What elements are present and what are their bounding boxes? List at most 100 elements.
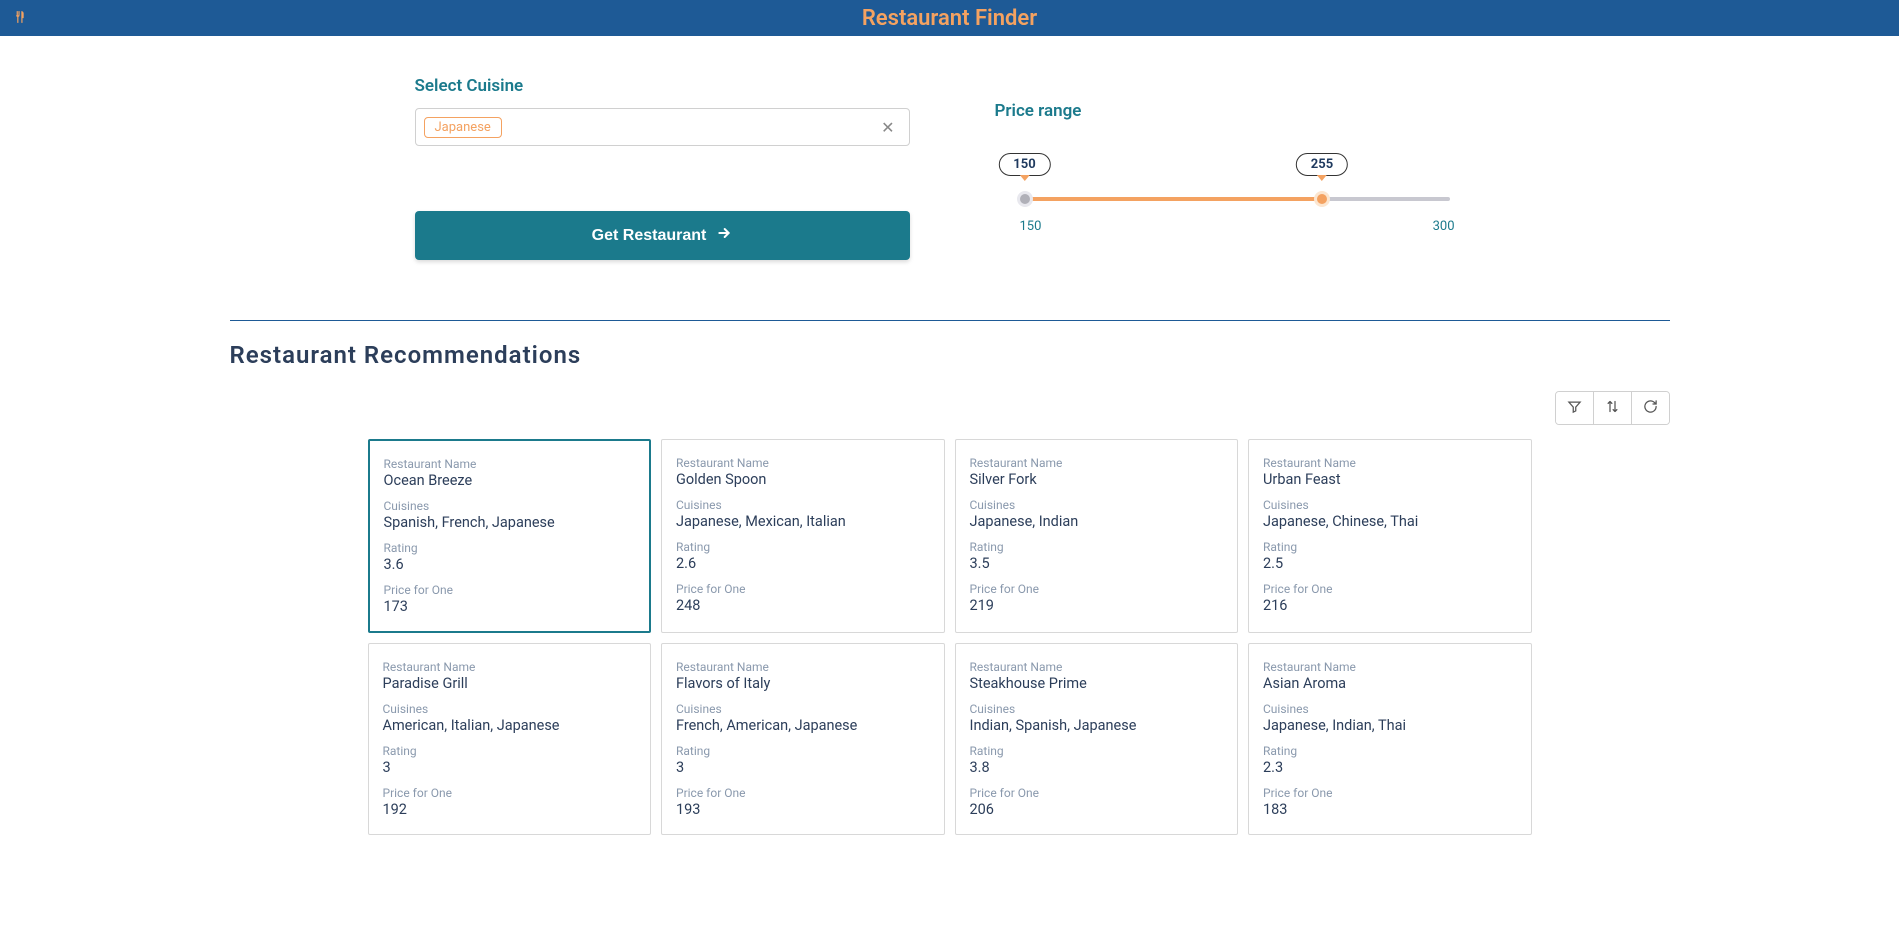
field-label-cuisines: Cuisines <box>384 499 636 513</box>
field-label-price: Price for One <box>970 786 1224 800</box>
field-label-price: Price for One <box>1263 786 1517 800</box>
restaurant-rating: 3 <box>676 759 930 776</box>
field-label-price: Price for One <box>676 582 930 596</box>
restaurant-price: 216 <box>1263 597 1517 614</box>
field-label-price: Price for One <box>970 582 1224 596</box>
field-label-cuisines: Cuisines <box>676 498 930 512</box>
restaurant-cuisines: Japanese, Chinese, Thai <box>1263 513 1517 530</box>
field-label-price: Price for One <box>676 786 930 800</box>
field-label-rating: Rating <box>676 744 930 758</box>
restaurant-price: 206 <box>970 801 1224 818</box>
restaurant-price: 219 <box>970 597 1224 614</box>
clear-selection-icon[interactable]: ✕ <box>875 118 900 137</box>
cuisine-chip[interactable]: Japanese <box>424 117 502 138</box>
get-restaurant-label: Get Restaurant <box>592 227 707 245</box>
restaurant-card[interactable]: Restaurant NameOcean Breeze CuisinesSpani… <box>368 439 652 633</box>
app-header: Restaurant Finder <box>0 0 1899 36</box>
restaurant-name: Golden Spoon <box>676 471 930 488</box>
slider-tooltip-max: 255 <box>1296 153 1348 176</box>
field-label-rating: Rating <box>383 744 637 758</box>
restaurant-rating: 2.6 <box>676 555 930 572</box>
sort-button[interactable] <box>1594 392 1632 424</box>
field-label-name: Restaurant Name <box>676 456 930 470</box>
slider-fill <box>1025 197 1323 201</box>
refresh-button[interactable] <box>1632 392 1669 424</box>
restaurant-card[interactable]: Restaurant NameParadise Grill CuisinesAme… <box>368 643 652 835</box>
slider-scale-max: 300 <box>1433 219 1455 234</box>
restaurant-name: Silver Fork <box>970 471 1224 488</box>
field-label-cuisines: Cuisines <box>1263 498 1517 512</box>
restaurant-rating: 3.6 <box>384 556 636 573</box>
restaurant-card[interactable]: Restaurant NameAsian Aroma CuisinesJapane… <box>1248 643 1532 835</box>
field-label-name: Restaurant Name <box>970 456 1224 470</box>
price-range-slider[interactable]: 150 255 <box>1025 153 1450 213</box>
restaurant-cuisines: French, American, Japanese <box>676 717 930 734</box>
field-label-rating: Rating <box>970 744 1224 758</box>
app-title: Restaurant Finder <box>862 6 1037 31</box>
field-label-cuisines: Cuisines <box>676 702 930 716</box>
field-label-name: Restaurant Name <box>383 660 637 674</box>
filters-panel: Select Cuisine Japanese ✕ Get Restaurant… <box>230 76 1670 260</box>
field-label-name: Restaurant Name <box>970 660 1224 674</box>
restaurant-cuisines: Japanese, Mexican, Italian <box>676 513 930 530</box>
cuisine-multiselect[interactable]: Japanese ✕ <box>415 108 910 146</box>
utensils-icon <box>12 9 26 28</box>
refresh-icon <box>1643 399 1658 417</box>
restaurant-card[interactable]: Restaurant NameSteakhouse PrimeCuisinesI… <box>955 643 1239 835</box>
slider-thumb-min[interactable] <box>1017 191 1033 207</box>
restaurant-cuisines: Spanish, French, Japanese <box>384 514 636 531</box>
restaurant-price: 173 <box>384 598 636 615</box>
restaurant-name: Urban Feast <box>1263 471 1517 488</box>
restaurant-name: Steakhouse Prime <box>970 675 1224 692</box>
field-label-price: Price for One <box>384 583 636 597</box>
field-label-price: Price for One <box>383 786 637 800</box>
price-range-label: Price range <box>995 101 1485 121</box>
field-label-name: Restaurant Name <box>1263 660 1517 674</box>
slider-thumb-max[interactable] <box>1314 191 1330 207</box>
restaurant-card[interactable]: Restaurant NameFlavors of Italy CuisinesF… <box>661 643 945 835</box>
section-divider <box>230 320 1670 321</box>
restaurant-rating: 3 <box>383 759 637 776</box>
field-label-rating: Rating <box>970 540 1224 554</box>
arrow-right-icon <box>716 225 732 246</box>
field-label-cuisines: Cuisines <box>383 702 637 716</box>
field-label-cuisines: Cuisines <box>970 498 1224 512</box>
restaurant-cuisines: Indian, Spanish, Japanese <box>970 717 1224 734</box>
field-label-rating: Rating <box>676 540 930 554</box>
field-label-rating: Rating <box>1263 744 1517 758</box>
restaurant-cards-grid: Restaurant NameOcean BreezeCuisinesSpani… <box>230 439 1670 835</box>
restaurant-rating: 3.5 <box>970 555 1224 572</box>
filter-icon <box>1567 399 1582 417</box>
restaurant-price: 183 <box>1263 801 1517 818</box>
restaurant-card[interactable]: Restaurant NameUrban Feast CuisinesJapane… <box>1248 439 1532 633</box>
restaurant-name: Flavors of Italy <box>676 675 930 692</box>
restaurant-rating: 3.8 <box>970 759 1224 776</box>
restaurant-card[interactable]: Restaurant NameGolden Spoon CuisinesJapan… <box>661 439 945 633</box>
get-restaurant-button[interactable]: Get Restaurant <box>415 211 910 260</box>
sort-icon <box>1605 399 1620 417</box>
field-label-rating: Rating <box>384 541 636 555</box>
restaurant-name: Ocean Breeze <box>384 472 636 489</box>
field-label-price: Price for One <box>1263 582 1517 596</box>
restaurant-price: 193 <box>676 801 930 818</box>
restaurant-rating: 2.3 <box>1263 759 1517 776</box>
restaurant-name: Asian Aroma <box>1263 675 1517 692</box>
restaurant-name: Paradise Grill <box>383 675 637 692</box>
field-label-name: Restaurant Name <box>384 457 636 471</box>
field-label-name: Restaurant Name <box>676 660 930 674</box>
restaurant-price: 192 <box>383 801 637 818</box>
results-toolbar <box>230 391 1670 425</box>
recommendations-heading: Restaurant Recommendations <box>230 341 1670 369</box>
restaurant-cuisines: American, Italian, Japanese <box>383 717 637 734</box>
restaurant-price: 248 <box>676 597 930 614</box>
slider-tooltip-min: 150 <box>998 153 1050 176</box>
field-label-name: Restaurant Name <box>1263 456 1517 470</box>
restaurant-cuisines: Japanese, Indian, Thai <box>1263 717 1517 734</box>
restaurant-rating: 2.5 <box>1263 555 1517 572</box>
restaurant-cuisines: Japanese, Indian <box>970 513 1224 530</box>
field-label-rating: Rating <box>1263 540 1517 554</box>
field-label-cuisines: Cuisines <box>1263 702 1517 716</box>
restaurant-card[interactable]: Restaurant NameSilver Fork CuisinesJapane… <box>955 439 1239 633</box>
filter-button[interactable] <box>1556 392 1594 424</box>
cuisine-label: Select Cuisine <box>415 76 910 96</box>
